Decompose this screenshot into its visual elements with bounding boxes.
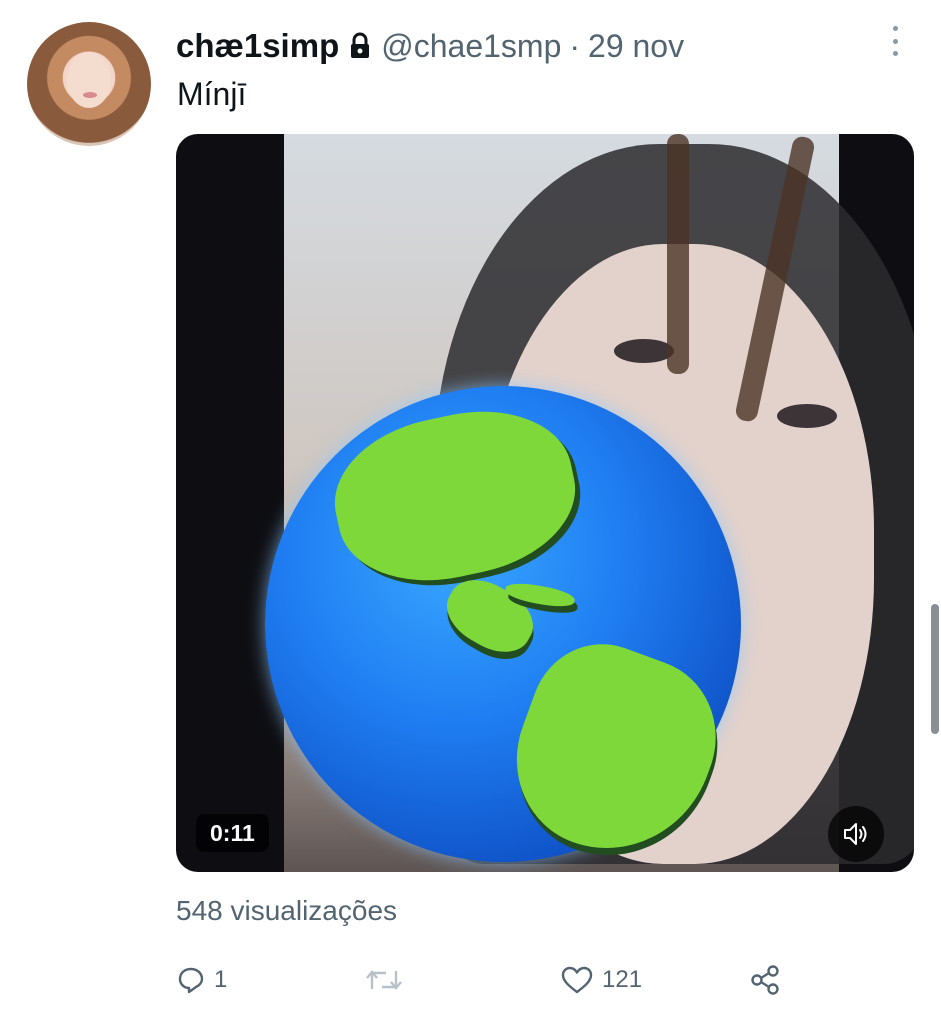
reply-count: 1 bbox=[214, 966, 228, 993]
more-dot bbox=[892, 51, 898, 56]
avatar-face bbox=[67, 52, 111, 108]
tweet-text: Mínjī bbox=[177, 76, 247, 112]
avatar-lip bbox=[83, 92, 97, 98]
like-button[interactable]: 121 bbox=[560, 960, 642, 1000]
video-player[interactable]: 0:11 bbox=[176, 134, 914, 872]
retweet-icon bbox=[366, 970, 402, 990]
globe-americas-emoji bbox=[265, 386, 741, 872]
action-bar: 1 121 bbox=[176, 960, 796, 1000]
reply-icon bbox=[178, 967, 204, 994]
scrollbar[interactable] bbox=[931, 604, 939, 734]
view-count: 548 visualizações bbox=[176, 895, 398, 926]
video-duration-badge: 0:11 bbox=[196, 814, 269, 852]
tweet-date[interactable]: 29 nov bbox=[588, 28, 684, 65]
more-dot bbox=[892, 38, 898, 44]
like-count: 121 bbox=[602, 966, 643, 993]
speaker-icon[interactable] bbox=[828, 806, 884, 862]
video-eye bbox=[614, 339, 674, 363]
video-streak bbox=[667, 134, 689, 374]
header-separator: · bbox=[569, 27, 581, 64]
speaker-icon-glyph bbox=[844, 823, 867, 845]
lock-icon bbox=[351, 32, 370, 58]
heart-icon bbox=[561, 966, 593, 994]
video-eye bbox=[777, 404, 837, 428]
avatar[interactable] bbox=[27, 22, 151, 146]
more-vertical-icon[interactable] bbox=[888, 26, 902, 56]
more-dot bbox=[892, 26, 898, 31]
author-handle[interactable]: @chae1smp bbox=[381, 28, 561, 65]
author-name[interactable]: chæ1simp bbox=[176, 27, 339, 65]
globe-land-central-america bbox=[436, 567, 544, 665]
reply-button[interactable]: 1 bbox=[176, 960, 227, 1000]
retweet-button[interactable] bbox=[364, 960, 412, 1000]
share-icon bbox=[751, 965, 779, 995]
tweet-header: chæ1simp @chae1smp · 29 nov bbox=[176, 24, 684, 68]
share-button[interactable] bbox=[748, 960, 782, 1000]
